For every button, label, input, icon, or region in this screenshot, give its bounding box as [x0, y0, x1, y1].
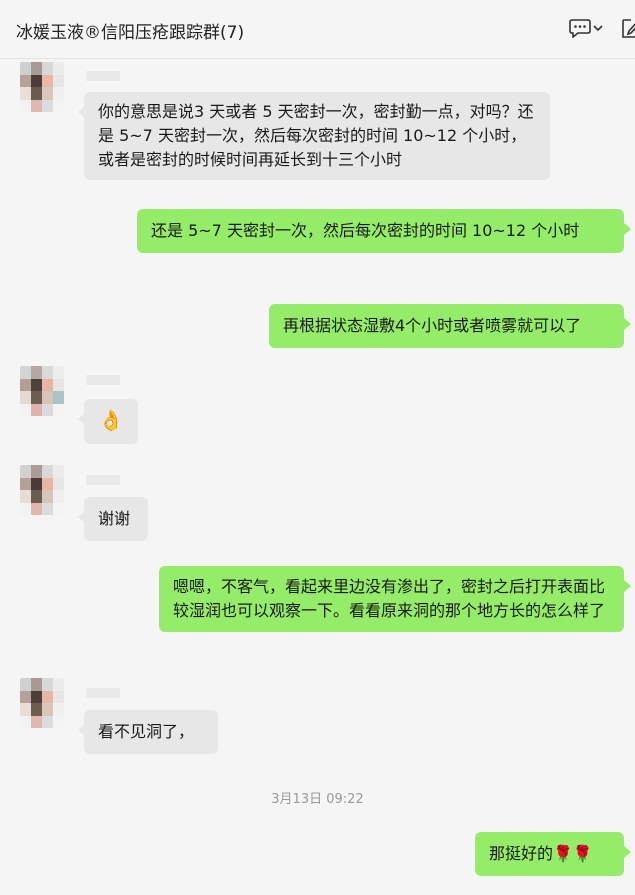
message-bubble-emoji[interactable]: 👌 [78, 399, 138, 444]
chat-title: 冰媛玉液®信阳压疮跟踪群(7) [16, 23, 245, 43]
message-bubble-outgoing[interactable]: 嗯嗯，不客气，看起来里边没有渗出了，密封之后打开表面比较湿润也可以观察一下。看看… [159, 566, 631, 632]
avatar[interactable] [20, 465, 64, 515]
chevron-down-icon[interactable] [593, 24, 603, 32]
timestamp: 3月13日 09:22 [271, 792, 364, 807]
message-bubble-incoming[interactable]: 谢谢 [78, 497, 148, 541]
message-bubble-outgoing[interactable]: 还是 5~7 天密封一次，然后每次密封的时间 10~12 个小时 [137, 209, 631, 253]
sender-name-redacted [86, 71, 120, 81]
message-bubble-incoming[interactable]: 看不见洞了， [78, 710, 218, 754]
message-bubble-outgoing[interactable]: 再根据状态湿敷4个小时或者喷雾就可以了 [269, 304, 631, 348]
chat-header: 冰媛玉液®信阳压疮跟踪群(7) [0, 0, 635, 59]
chat-icon[interactable] [569, 18, 591, 38]
edit-icon[interactable] [621, 17, 635, 39]
message-bubble-incoming[interactable]: 你的意思是说3 天或者 5 天密封一次，密封勤一点，对吗？还是 5~7 天密封一… [78, 92, 550, 180]
avatar[interactable] [20, 62, 64, 112]
sender-name-redacted [86, 375, 120, 385]
avatar[interactable] [20, 678, 64, 728]
message-bubble-outgoing[interactable]: 那挺好的🌹🌹 [475, 832, 631, 876]
avatar[interactable] [20, 366, 64, 416]
sender-name-redacted [86, 475, 120, 485]
sender-name-redacted [86, 688, 120, 698]
